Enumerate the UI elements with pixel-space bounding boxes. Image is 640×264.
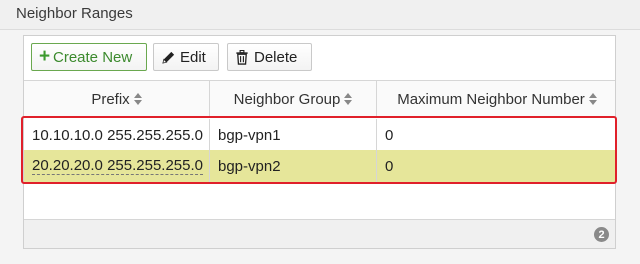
max-neighbor-cell: 0	[376, 119, 617, 151]
plus-icon: +	[38, 46, 51, 67]
sort-icon	[133, 93, 142, 105]
edit-label: Edit	[180, 48, 206, 66]
table-row-selected[interactable]: 20.20.20.0 255.255.255.0 bgp-vpn2 0	[24, 150, 615, 182]
trash-icon	[234, 49, 250, 65]
column-header-prefix[interactable]: Prefix	[24, 81, 209, 117]
neighbor-group-cell: bgp-vpn1	[209, 119, 376, 151]
section-header: Neighbor Ranges	[0, 0, 640, 30]
column-header-neighbor-group[interactable]: Neighbor Group	[209, 81, 376, 117]
table-row[interactable]: 10.10.10.0 255.255.255.0 bgp-vpn1 0	[24, 119, 615, 152]
delete-label: Delete	[254, 48, 298, 66]
prefix-cell: 10.10.10.0 255.255.255.0	[32, 126, 203, 144]
neighbor-group-cell: bgp-vpn2	[209, 150, 376, 182]
edit-button[interactable]: Edit	[153, 43, 219, 71]
max-neighbor-cell: 0	[376, 150, 617, 182]
sort-icon	[344, 93, 353, 105]
row-count-badge: 2	[594, 227, 609, 242]
sort-icon	[588, 93, 597, 105]
section-title: Neighbor Ranges	[16, 5, 133, 22]
create-new-label: Create New	[53, 48, 133, 66]
create-new-button[interactable]: + Create New	[31, 43, 147, 71]
table-header: Prefix Neighbor Group Maximum Neighbor N…	[24, 80, 615, 118]
table-footer: 2	[24, 219, 615, 248]
delete-button[interactable]: Delete	[227, 43, 312, 71]
pencil-icon	[160, 49, 176, 65]
toolbar: + Create New Edit Delete	[24, 36, 615, 80]
column-header-maximum-neighbor-number[interactable]: Maximum Neighbor Number	[376, 81, 617, 117]
prefix-cell: 20.20.20.0 255.255.255.0	[32, 157, 203, 175]
neighbor-ranges-panel: + Create New Edit Delete Prefix Neighbor…	[23, 35, 616, 249]
